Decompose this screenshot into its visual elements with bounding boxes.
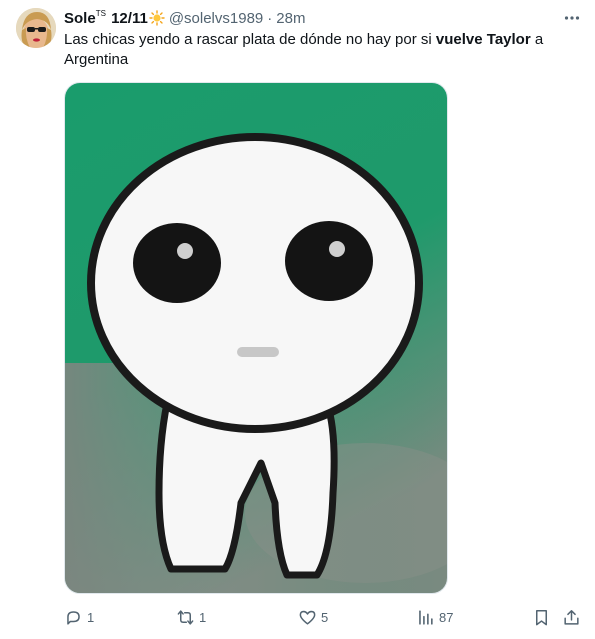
tweet-text-bold[interactable]: vuelve Taylor xyxy=(436,31,531,48)
analytics-icon xyxy=(419,609,433,625)
author-handle[interactable]: @solelvs1989 xyxy=(169,10,263,27)
tweet-actions: 1 1 5 87 xyxy=(64,604,584,630)
avatar[interactable] xyxy=(16,8,56,48)
author-name[interactable]: SoleTS 12/11 xyxy=(64,9,148,27)
more-horizontal-icon xyxy=(564,16,580,20)
repost-count: 1 xyxy=(199,609,207,625)
tweet-text: Las chicas yendo a rascar plata de dónde… xyxy=(64,31,544,68)
tweet-media-image[interactable] xyxy=(64,82,448,594)
share-button[interactable] xyxy=(562,604,581,630)
tweet-header: SoleTS 12/11 @solelvs1989 · 28m xyxy=(64,8,305,28)
cartoon-creature-image xyxy=(65,83,447,593)
like-count: 5 xyxy=(321,609,329,625)
repost-button[interactable]: 1 xyxy=(176,604,206,630)
heart-icon xyxy=(299,610,316,625)
more-options-button[interactable] xyxy=(560,8,584,28)
repost-icon xyxy=(177,609,194,625)
avatar-image xyxy=(16,8,56,48)
author-name-superscript: TS xyxy=(95,9,106,18)
separator-dot: · xyxy=(267,9,273,27)
tweet[interactable]: SoleTS 12/11 @solelvs1989 · 28m Las chic… xyxy=(0,0,595,639)
like-button[interactable]: 5 xyxy=(298,604,328,630)
sun-emoji-icon xyxy=(149,10,165,26)
reply-button[interactable]: 1 xyxy=(64,604,94,630)
views-count: 87 xyxy=(439,609,454,625)
reply-count: 1 xyxy=(87,609,95,625)
bookmark-button[interactable] xyxy=(532,604,551,630)
views-button[interactable]: 87 xyxy=(416,604,453,630)
share-icon xyxy=(564,609,579,625)
reply-icon xyxy=(67,610,80,625)
tweet-time[interactable]: 28m xyxy=(276,10,305,27)
bookmark-icon xyxy=(535,609,548,625)
